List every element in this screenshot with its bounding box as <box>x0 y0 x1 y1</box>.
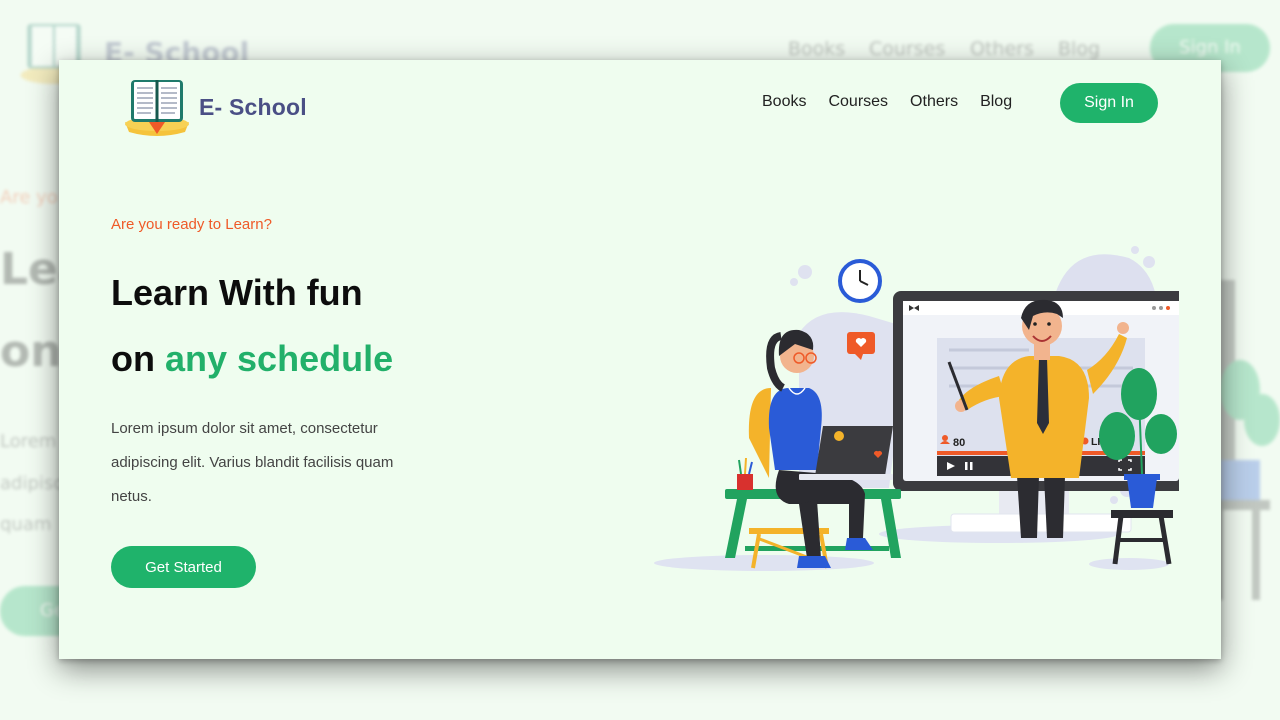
background-nav-blog: Blog <box>1058 38 1100 60</box>
hero-headline: Learn With fun on any schedule <box>111 260 393 392</box>
nav-item-others[interactable]: Others <box>910 93 958 111</box>
background-desc-1: Lorem <box>0 431 57 452</box>
landing-page-card: E- School Books Courses Others Blog Sign… <box>59 60 1221 659</box>
online-class-illustration: 80 LIVE <box>654 246 1179 571</box>
clock-icon <box>838 259 882 303</box>
background-tagline: Are yo <box>0 187 58 208</box>
background-heading-2: on <box>0 326 62 377</box>
brand-logo[interactable]: E- School <box>121 76 307 138</box>
headline-accent: any schedule <box>165 338 394 379</box>
headline-line-1: Learn With fun <box>111 272 363 313</box>
background-nav-courses: Courses <box>869 38 946 60</box>
nav-item-courses[interactable]: Courses <box>828 93 888 111</box>
background-desc-2: adipisc <box>0 473 64 494</box>
nav-item-books[interactable]: Books <box>762 93 806 111</box>
hero-description: Lorem ipsum dolor sit amet, consectetur … <box>111 420 394 505</box>
background-nav-books: Books <box>788 38 846 60</box>
hero-tagline: Are you ready to Learn? <box>111 216 272 233</box>
headline-prefix: on <box>111 338 155 379</box>
sign-in-button[interactable]: Sign In <box>1060 83 1158 123</box>
background-nav-others: Others <box>970 38 1034 60</box>
main-nav: Books Courses Others Blog <box>762 93 1034 111</box>
nav-item-blog[interactable]: Blog <box>980 93 1012 111</box>
open-book-icon <box>125 80 189 136</box>
brand-name: E- School <box>199 93 307 120</box>
background-desc-3: quam <box>0 514 52 535</box>
get-started-button[interactable]: Get Started <box>111 546 256 588</box>
viewer-count-value: 80 <box>953 437 965 449</box>
